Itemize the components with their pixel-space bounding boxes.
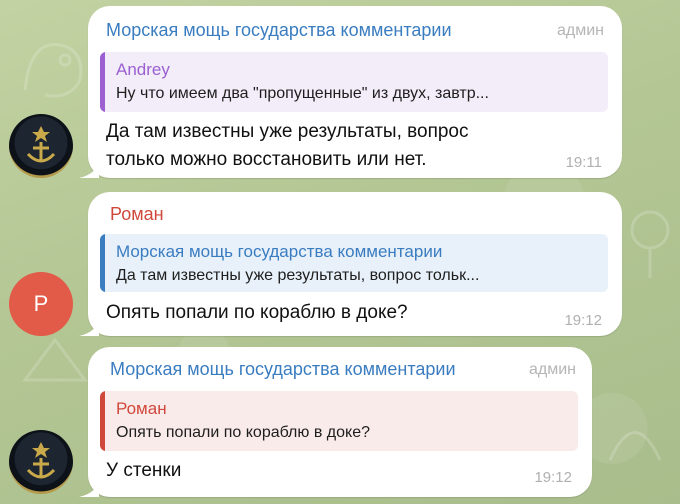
bubble-tail xyxy=(79,160,99,178)
message-text: Опять попали по кораблю в доке? xyxy=(106,299,408,327)
message-text-line: Да там известны уже результаты, вопрос xyxy=(106,121,469,142)
reply-text: Ну что имеем два "пропущенные" из двух, … xyxy=(116,85,489,102)
message-row: Роман Морская мощь государства комментар… xyxy=(0,190,680,340)
avatar[interactable]: Р xyxy=(9,272,73,336)
reply-text: Опять попали по кораблю в доке? xyxy=(116,424,370,441)
message-bubble[interactable]: Морская мощь государства комментарии адм… xyxy=(79,347,592,497)
sender-name[interactable]: Морская мощь государства комментарии xyxy=(110,359,456,380)
message-text: У стенки xyxy=(106,457,181,485)
message-bubble[interactable]: Морская мощь государства комментарии адм… xyxy=(79,6,622,178)
message-bubble[interactable]: Роман Морская мощь государства комментар… xyxy=(79,192,622,336)
reply-quote[interactable]: Морская мощь государства комментарии Да … xyxy=(100,234,608,292)
reply-author: Andrey xyxy=(116,60,170,79)
reply-quote[interactable]: Andrey Ну что имеем два "пропущенные" из… xyxy=(100,52,608,112)
reply-author: Роман xyxy=(116,399,167,418)
reply-quote[interactable]: Роман Опять попали по кораблю в доке? xyxy=(100,391,578,451)
message-text-line: только можно восстановить или нет. xyxy=(106,149,427,170)
message-text-line: Опять попали по кораблю в доке? xyxy=(106,302,408,323)
message-row: Морская мощь государства комментарии адм… xyxy=(0,340,680,504)
anchor-icon xyxy=(26,126,56,163)
reply-bar xyxy=(100,234,105,292)
message-time: 19:11 xyxy=(565,154,602,171)
avatar[interactable] xyxy=(9,430,73,494)
reply-bar xyxy=(100,52,105,112)
message-text-line: У стенки xyxy=(106,460,182,481)
avatar-initial: Р xyxy=(33,291,49,316)
sender-name[interactable]: Морская мощь государства комментарии xyxy=(106,20,452,41)
role-badge: админ xyxy=(528,361,576,378)
reply-author: Морская мощь государства комментарии xyxy=(116,242,443,261)
message-time: 19:12 xyxy=(534,469,572,486)
anchor-icon xyxy=(26,442,56,479)
reply-bar xyxy=(100,391,105,451)
sender-name[interactable]: Роман xyxy=(110,204,164,225)
reply-text: Да там известны уже результаты, вопрос т… xyxy=(116,267,480,284)
bubble-tail xyxy=(79,318,99,336)
message-text: Да там известны уже результаты, вопрос т… xyxy=(106,118,469,174)
message-row: Морская мощь государства комментарии адм… xyxy=(0,0,680,190)
avatar[interactable] xyxy=(9,114,73,178)
message-time: 19:12 xyxy=(564,312,602,329)
bubble-tail xyxy=(79,479,99,497)
role-badge: админ xyxy=(556,22,604,39)
